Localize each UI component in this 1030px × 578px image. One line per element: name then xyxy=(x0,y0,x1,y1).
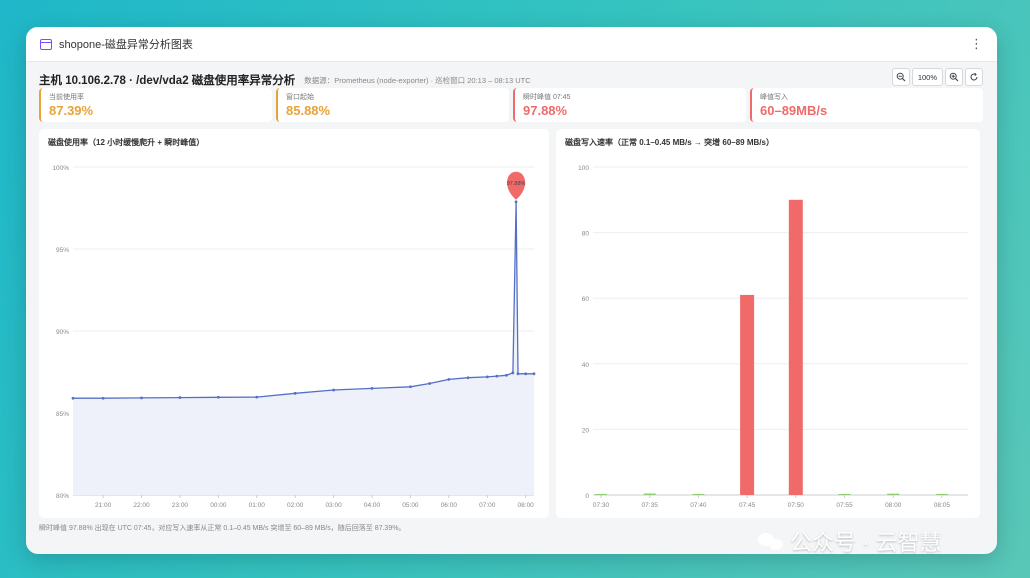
write-bar xyxy=(935,494,948,495)
x-tick-label: 03:00 xyxy=(325,502,342,509)
reset-icon xyxy=(970,72,978,81)
x-tick-label: 07:40 xyxy=(690,502,707,509)
peak-label: 97.88% xyxy=(507,181,526,187)
x-tick-label: 08:00 xyxy=(518,502,535,509)
stat-label: 瞬时峰值 07:45 xyxy=(523,94,571,101)
data-point xyxy=(532,372,536,376)
data-point xyxy=(255,395,259,399)
x-tick-label: 23:00 xyxy=(172,502,189,509)
zoom-in-icon xyxy=(949,72,959,82)
x-tick-label: 01:00 xyxy=(249,502,266,509)
data-point xyxy=(514,200,518,204)
reset-zoom-button[interactable] xyxy=(965,68,983,86)
stat-value: 97.88% xyxy=(523,103,568,118)
x-tick-label: 06:00 xyxy=(441,502,458,509)
data-point xyxy=(216,395,220,399)
stat-value: 60–89MB/s xyxy=(760,103,828,118)
wechat-icon xyxy=(758,531,784,551)
write-bar xyxy=(740,294,755,495)
write-bar xyxy=(838,494,851,495)
watermark: 公众号 · 云智慧 xyxy=(758,525,942,557)
data-point xyxy=(409,385,412,389)
write-chart-panel: 磁盘写入速率（正常 0.1–0.45 MB/s → 突增 60–89 MB/s）… xyxy=(556,129,980,518)
stat-card-current: 当前使用率 87.39% xyxy=(39,88,272,122)
stat-card-window-start: 窗口起始 85.88% xyxy=(276,88,509,122)
y-tick-label: 80 xyxy=(582,231,590,238)
data-point xyxy=(370,387,374,390)
data-point xyxy=(505,373,508,377)
x-tick-label: 08:05 xyxy=(934,502,951,509)
stat-label: 窗口起始 xyxy=(286,94,314,101)
write-bar xyxy=(643,493,656,495)
write-chart[interactable]: 0 20 40 60 80 100 07:30 07:35 07:40 07:45 07:50 07:… xyxy=(556,129,980,518)
x-tick-label: 04:00 xyxy=(364,502,381,509)
x-tick-label: 21:00 xyxy=(95,502,112,509)
data-point xyxy=(447,377,451,381)
write-bar xyxy=(887,493,900,495)
footnote: 瞬时峰值 97.88% 出现在 UTC 07:45，对应写入速率从正常 0.1–… xyxy=(39,525,406,532)
x-tick-label: 07:00 xyxy=(479,502,496,509)
data-point xyxy=(428,382,432,385)
window-title: shopone-磁盘异常分析图表 xyxy=(59,39,193,51)
usage-area xyxy=(73,201,534,496)
watermark-text: 公众号 · 云智慧 xyxy=(790,530,942,555)
x-tick-label: 07:55 xyxy=(836,502,853,509)
usage-line xyxy=(73,201,534,399)
y-tick-label: 95% xyxy=(56,247,69,254)
y-tick-label: 60 xyxy=(582,296,590,303)
y-tick-label: 90% xyxy=(56,329,69,336)
usage-chart[interactable]: 80% 85% 90% 95% 100% 21:00 22:00 23:00 00:00 01:0… xyxy=(39,129,549,518)
write-bar xyxy=(595,494,607,495)
x-tick-label: 05:00 xyxy=(402,502,419,509)
data-point xyxy=(71,396,75,400)
data-point xyxy=(511,371,515,375)
write-bar xyxy=(692,494,705,495)
data-point xyxy=(524,372,528,376)
y-tick-label: 0 xyxy=(585,493,589,500)
zoom-out-icon xyxy=(896,72,906,82)
data-point xyxy=(495,374,499,378)
stat-value: 87.39% xyxy=(49,103,94,118)
y-tick-label: 20 xyxy=(582,427,590,434)
stat-value: 85.88% xyxy=(286,103,331,118)
data-point xyxy=(516,372,520,376)
zoom-in-button[interactable] xyxy=(945,68,963,86)
window-icon xyxy=(40,38,52,50)
x-tick-label: 07:45 xyxy=(739,502,756,509)
title-bar: shopone-磁盘异常分析图表 ⋮ xyxy=(26,27,997,62)
x-tick-label: 08:00 xyxy=(885,502,902,509)
page-title: 主机 10.106.2.78 · /dev/vda2 磁盘使用率异常分析 xyxy=(39,75,296,87)
x-tick-label: 07:50 xyxy=(788,502,805,509)
zoom-level: 100% xyxy=(911,68,943,86)
x-tick-label: 07:30 xyxy=(593,502,610,509)
data-point xyxy=(293,391,297,395)
y-tick-label: 100% xyxy=(52,165,69,172)
x-tick-label: 22:00 xyxy=(133,502,150,509)
x-tick-label: 00:00 xyxy=(210,502,227,509)
y-tick-label: 40 xyxy=(582,362,590,369)
usage-chart-panel: 磁盘使用率（12 小时缓慢爬升 + 瞬时峰值） 80% 85% 90% 95% 100%… xyxy=(39,129,549,518)
data-point xyxy=(332,388,335,392)
data-source-text: 数据源：Prometheus (node-exporter) · 巡检窗口 20… xyxy=(304,75,531,85)
data-point xyxy=(178,396,182,399)
x-tick-label: 02:00 xyxy=(287,502,304,509)
stat-card-peak: 瞬时峰值 07:45 97.88% xyxy=(513,88,746,122)
x-tick-label: 07:35 xyxy=(642,502,659,509)
write-bar xyxy=(788,199,803,496)
more-options-icon[interactable]: ⋮ xyxy=(970,36,983,52)
data-point xyxy=(101,396,105,400)
stat-label: 当前使用率 xyxy=(49,94,84,101)
app-window: shopone-磁盘异常分析图表 ⋮ 主机 10.106.2.78 · /dev… xyxy=(26,27,997,554)
y-tick-label: 100 xyxy=(578,165,589,172)
zoom-controls: 100% xyxy=(891,68,983,86)
y-tick-label: 80% xyxy=(56,493,69,500)
zoom-out-button[interactable] xyxy=(891,68,910,86)
stat-cards: 当前使用率 87.39% 窗口起始 85.88% 瞬时峰值 07:45 97.8… xyxy=(39,88,983,122)
data-point xyxy=(140,396,143,400)
y-tick-label: 85% xyxy=(56,411,69,418)
data-point xyxy=(485,375,489,379)
stat-card-peak-write: 峰值写入 60–89MB/s xyxy=(750,88,983,122)
stat-label: 峰值写入 xyxy=(760,94,788,101)
data-point xyxy=(466,376,470,380)
